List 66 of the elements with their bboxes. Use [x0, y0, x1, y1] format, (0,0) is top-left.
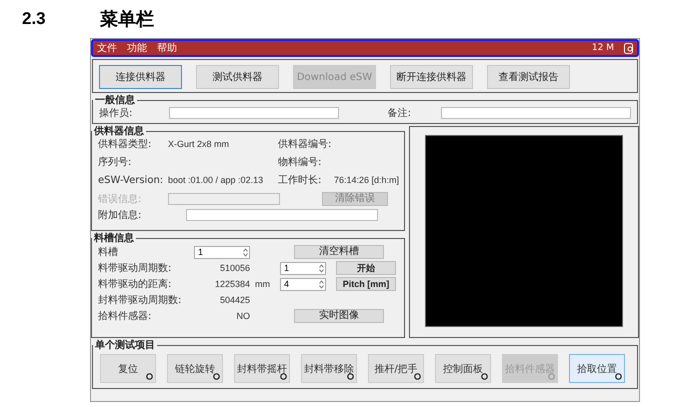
action-button[interactable]: 开始 — [336, 261, 396, 275]
field-label: 错误信息: — [98, 192, 142, 206]
test-button[interactable]: 链轮旋转 — [167, 354, 223, 383]
field-label: 物料编号: — [278, 156, 322, 169]
text-field[interactable] — [186, 209, 378, 221]
field-label: 序列号: — [98, 156, 132, 169]
field-label: 操作员: — [99, 107, 134, 120]
field-label: 拾料件感器: — [98, 310, 152, 323]
field-label: 料槽 — [98, 246, 119, 259]
number-spinner[interactable]: 4 — [280, 278, 326, 290]
text-field[interactable] — [169, 107, 339, 119]
field-label: 附加信息: — [98, 208, 142, 222]
toolbar-button[interactable]: 连接供料器 — [99, 65, 182, 89]
status-circle-icon — [615, 373, 622, 380]
status-circle-icon — [548, 373, 555, 380]
field-label: 供料器编号: — [278, 138, 332, 151]
status-circle-icon — [213, 373, 220, 380]
group-title: 一般信息 — [94, 95, 136, 106]
field-label: eSW-Version: — [98, 174, 164, 186]
menu-item[interactable]: 文件 — [97, 41, 117, 55]
action-button[interactable]: 实时图像 — [294, 309, 384, 323]
toolbar-button[interactable]: 断开连接供料器 — [390, 65, 473, 89]
unit-label: mm — [254, 279, 270, 289]
status-circle-icon — [280, 373, 287, 380]
section-number: 2.3 — [22, 9, 47, 29]
action-button[interactable]: 清空料槽 — [294, 245, 384, 259]
field-label: 料带驱动周期数: — [98, 262, 172, 275]
status-circle-icon — [414, 373, 421, 380]
field-label: 封料带驱动周期数: — [98, 294, 182, 307]
status-circle-icon — [481, 373, 488, 380]
group-title: 单个测试项目 — [94, 340, 156, 351]
test-button[interactable]: 封料带摇杆 — [234, 354, 290, 383]
group-title: 供料器信息 — [92, 126, 145, 137]
toolbar-button[interactable]: 查看测试报告 — [487, 65, 570, 89]
toolbar-button[interactable]: 测试供料器 — [196, 65, 279, 89]
test-button[interactable]: 复位 — [100, 354, 156, 383]
window-icon[interactable] — [624, 42, 633, 54]
field-value: 76:14:26 [d:h:m] — [334, 175, 400, 185]
field-value: NO — [236, 311, 250, 321]
field-value: 510056 — [218, 263, 250, 273]
test-button[interactable]: 控制面板 — [435, 354, 491, 383]
field-label: 供料器类型: — [98, 138, 152, 151]
field-value: X-Gurt 2x8 mm — [168, 139, 230, 149]
menu-item[interactable]: 功能 — [127, 41, 147, 55]
text-field[interactable] — [441, 107, 631, 119]
number-spinner[interactable]: 1 — [194, 246, 250, 258]
field-value: 504425 — [218, 295, 250, 305]
test-button[interactable]: 推杆/把手 — [368, 354, 424, 383]
action-button[interactable]: Pitch [mm] — [336, 277, 396, 291]
field-value: 1225384 — [214, 279, 250, 289]
field-label: 料带驱动的距离: — [98, 278, 172, 291]
test-button[interactable]: 拾取位置 — [569, 354, 625, 383]
group-title: 料槽信息 — [92, 233, 135, 244]
section-title: 菜单栏 — [100, 8, 154, 31]
field-label: 备注: — [388, 106, 411, 120]
spin-arrows-icon[interactable] — [319, 264, 324, 272]
spin-arrows-icon[interactable] — [243, 248, 248, 256]
spin-arrows-icon[interactable] — [319, 280, 324, 288]
test-button[interactable]: 封料带移除 — [301, 354, 357, 383]
menu-item[interactable]: 帮助 — [157, 41, 177, 55]
number-spinner[interactable]: 1 — [280, 262, 326, 274]
field-value: boot :01.00 / app :02.13 — [168, 175, 264, 185]
status-circle-icon — [347, 373, 354, 380]
status-circle-icon — [146, 373, 153, 380]
status-text: 12 M — [592, 43, 614, 53]
field-label: 工作时长: — [278, 174, 322, 187]
